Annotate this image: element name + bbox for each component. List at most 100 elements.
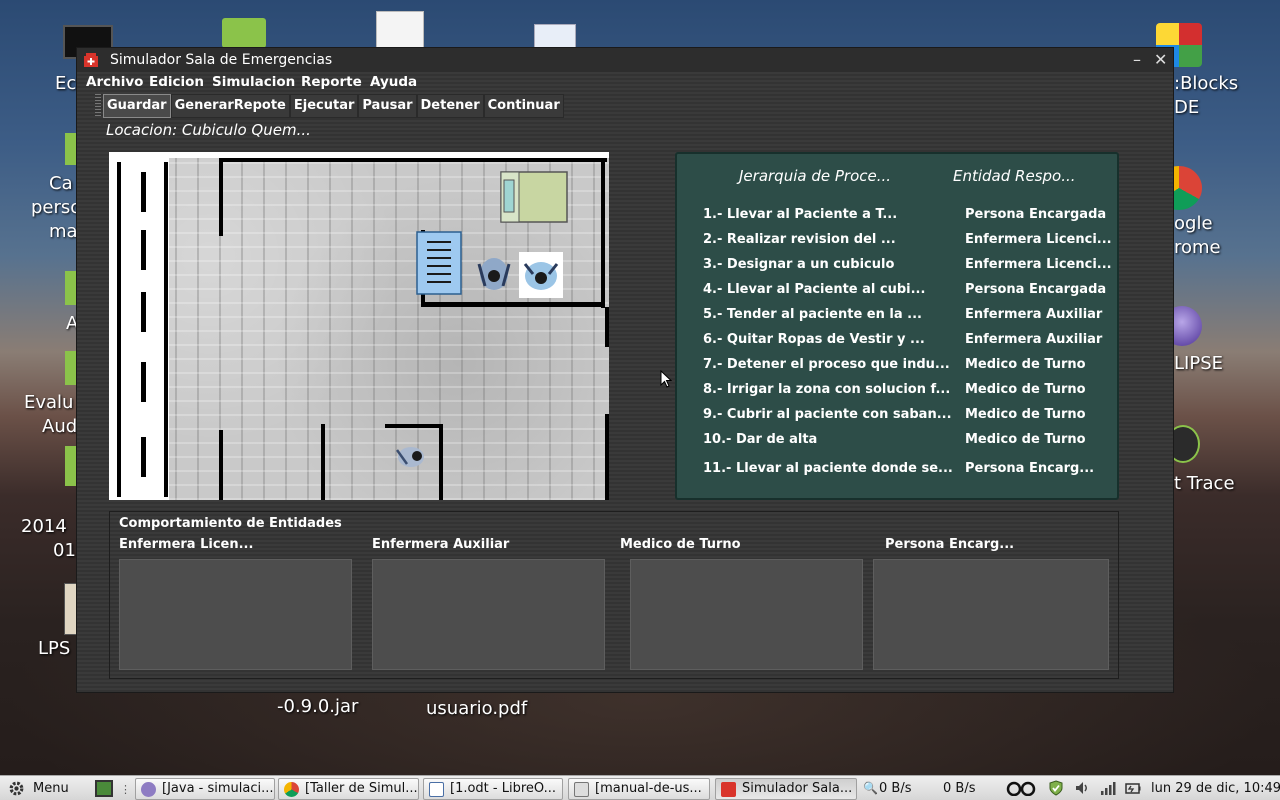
process-row[interactable]: 11.- Llevar al paciente donde se... Perso… — [677, 461, 1117, 483]
process-task: 5.- Tender al paciente en la ... — [703, 307, 922, 322]
desktop-label: -0.9.0.jar — [277, 696, 359, 717]
process-row[interactable]: 10.- Dar de alta Medico de Turno — [677, 432, 1117, 454]
process-row[interactable]: 9.- Cubrir al paciente con saban... Medic… — [677, 407, 1117, 429]
taskbar-item-chrome[interactable]: [Taller de Simul... — [278, 778, 419, 800]
desktop-label: usuario.pdf — [426, 698, 528, 719]
process-row[interactable]: 3.- Designar a un cubiculo Enfermera Lice… — [677, 257, 1117, 279]
process-entity: Enfermera Auxiliar — [965, 307, 1103, 322]
chrome-icon — [284, 782, 299, 797]
process-entity: Enfermera Licenci... — [965, 257, 1112, 272]
menu-simulacion[interactable]: Simulacion — [212, 74, 295, 90]
process-task: 2.- Realizar revision del ... — [703, 232, 896, 247]
menu-ayuda[interactable]: Ayuda — [370, 74, 417, 90]
taskbar-label: [Java - simulaci... — [162, 781, 274, 796]
process-row[interactable]: 5.- Tender al paciente en la ... Enfermer… — [677, 307, 1117, 329]
process-entity: Persona Encarg... — [965, 461, 1095, 476]
menu-reporte[interactable]: Reporte — [301, 74, 362, 90]
process-task: 11.- Llevar al paciente donde se... — [703, 461, 953, 476]
clock[interactable]: lun 29 de dic, 10:49 — [1151, 781, 1280, 796]
window-title: Simulador Sala de Emergencias — [110, 52, 333, 68]
process-row[interactable]: 7.- Detener el proceso que indu... Medico… — [677, 357, 1117, 379]
process-entity: Medico de Turno — [965, 432, 1086, 447]
taskbar: Menu ⋮ [Java - simulaci... [Taller de Si… — [0, 775, 1280, 800]
desktop-label: ma — [49, 221, 78, 242]
desktop-label: :Blocks — [1174, 73, 1239, 94]
title-bar[interactable]: Simulador Sala de Emergencias – ✕ — [77, 48, 1173, 72]
corridor-wall — [164, 162, 168, 497]
taskbar-item-manual[interactable]: [manual-de-us... — [568, 778, 710, 800]
menu-bar: Archivo Edicion Simulacion Reporte Ayuda — [77, 72, 1173, 94]
network-monitor-icon: 🔍 — [863, 781, 878, 795]
document-icon — [429, 782, 444, 797]
process-task: 1.- Llevar al Paciente a T... — [703, 207, 898, 222]
document-text-icon[interactable] — [534, 24, 576, 48]
desktop-label: 2014 — [21, 516, 67, 537]
taskbar-item-java[interactable]: [Java - simulaci... — [135, 778, 275, 800]
run-button[interactable]: Ejecutar — [289, 94, 359, 118]
process-header[interactable]: Jerarquia de Proce... — [739, 167, 891, 185]
show-desktop-icon[interactable] — [95, 780, 113, 797]
start-menu-button[interactable]: Menu — [33, 781, 69, 796]
process-entity: Medico de Turno — [965, 382, 1086, 397]
desktop-label: Ca — [49, 173, 73, 194]
hospital-icon — [721, 782, 736, 797]
process-entity: Enfermera Licenci... — [965, 232, 1112, 247]
process-entity: Persona Encargada — [965, 282, 1107, 297]
binoculars-icon[interactable] — [1006, 780, 1036, 796]
generate-report-button[interactable]: GenerarRepote — [170, 94, 290, 118]
hospital-icon — [84, 53, 98, 67]
menu-edicion[interactable]: Edicion — [149, 74, 204, 90]
save-button[interactable]: Guardar — [103, 94, 171, 118]
minimize-button[interactable]: – — [1133, 50, 1141, 69]
menu-archivo[interactable]: Archivo — [86, 74, 143, 90]
behaviour-log-box[interactable] — [630, 559, 863, 670]
stop-button[interactable]: Detener — [416, 94, 484, 118]
taskbar-label: Simulador Sala... — [742, 781, 853, 796]
desktop-label: Evalu — [24, 392, 74, 413]
desktop-label: 01 — [53, 540, 76, 561]
toolbar: Guardar GenerarRepote Ejecutar Pausar De… — [95, 94, 564, 118]
folder-icon[interactable] — [222, 18, 266, 48]
taskbar-label: [1.odt - LibreO... — [450, 781, 556, 796]
close-button[interactable]: ✕ — [1154, 50, 1167, 69]
process-entity: Persona Encargada — [965, 207, 1107, 222]
process-row[interactable]: 1.- Llevar al Paciente a T... Persona Enc… — [677, 207, 1117, 229]
desktop-label: t Trace — [1174, 473, 1235, 494]
net-upload-rate: 0 B/s — [943, 781, 976, 796]
shield-icon[interactable] — [1048, 780, 1064, 796]
behaviour-log-box[interactable] — [873, 559, 1109, 670]
app-window: Simulador Sala de Emergencias – ✕ Archiv… — [76, 47, 1174, 693]
signal-icon[interactable] — [1100, 780, 1116, 796]
pager-icon[interactable]: ⋮ — [120, 783, 131, 796]
process-row[interactable]: 2.- Realizar revision del ... Enfermera L… — [677, 232, 1117, 254]
document-icon[interactable] — [376, 11, 424, 49]
entity-header[interactable]: Entidad Respo... — [953, 167, 1076, 185]
process-task: 10.- Dar de alta — [703, 432, 818, 447]
desktop-label: perso — [31, 197, 82, 218]
desktop-label: rome — [1174, 237, 1221, 258]
process-row[interactable]: 6.- Quitar Ropas de Vestir y ... Enfermer… — [677, 332, 1117, 354]
pause-button[interactable]: Pausar — [358, 94, 417, 118]
mouse-cursor-icon — [660, 370, 672, 388]
toolbar-grip[interactable] — [95, 94, 101, 118]
battery-icon[interactable] — [1125, 780, 1141, 796]
behaviour-column-label: Enfermera Licen... — [119, 537, 254, 552]
nurse-figure — [477, 258, 511, 290]
behaviour-log-box[interactable] — [119, 559, 352, 670]
behaviour-log-box[interactable] — [372, 559, 605, 670]
behaviour-column-label: Persona Encarg... — [885, 537, 1015, 552]
gear-icon[interactable] — [8, 780, 25, 797]
process-row[interactable]: 4.- Llevar al Paciente al cubi... Persona… — [677, 282, 1117, 304]
simulation-map[interactable] — [109, 152, 609, 500]
taskbar-label: [manual-de-us... — [595, 781, 702, 796]
desktop-label: LIPSE — [1174, 353, 1223, 374]
desktop-label: ogle — [1174, 213, 1213, 234]
taskbar-item-simulador[interactable]: Simulador Sala... — [715, 778, 857, 800]
behaviour-column-label: Enfermera Auxiliar — [372, 537, 510, 552]
continue-button[interactable]: Continuar — [483, 94, 564, 118]
process-row[interactable]: 8.- Irrigar la zona con solucion f... Med… — [677, 382, 1117, 404]
volume-icon[interactable] — [1074, 780, 1090, 796]
taskbar-item-libreoffice[interactable]: [1.odt - LibreO... — [423, 778, 563, 800]
pdf-icon — [574, 782, 589, 797]
corridor-wall — [117, 162, 121, 497]
